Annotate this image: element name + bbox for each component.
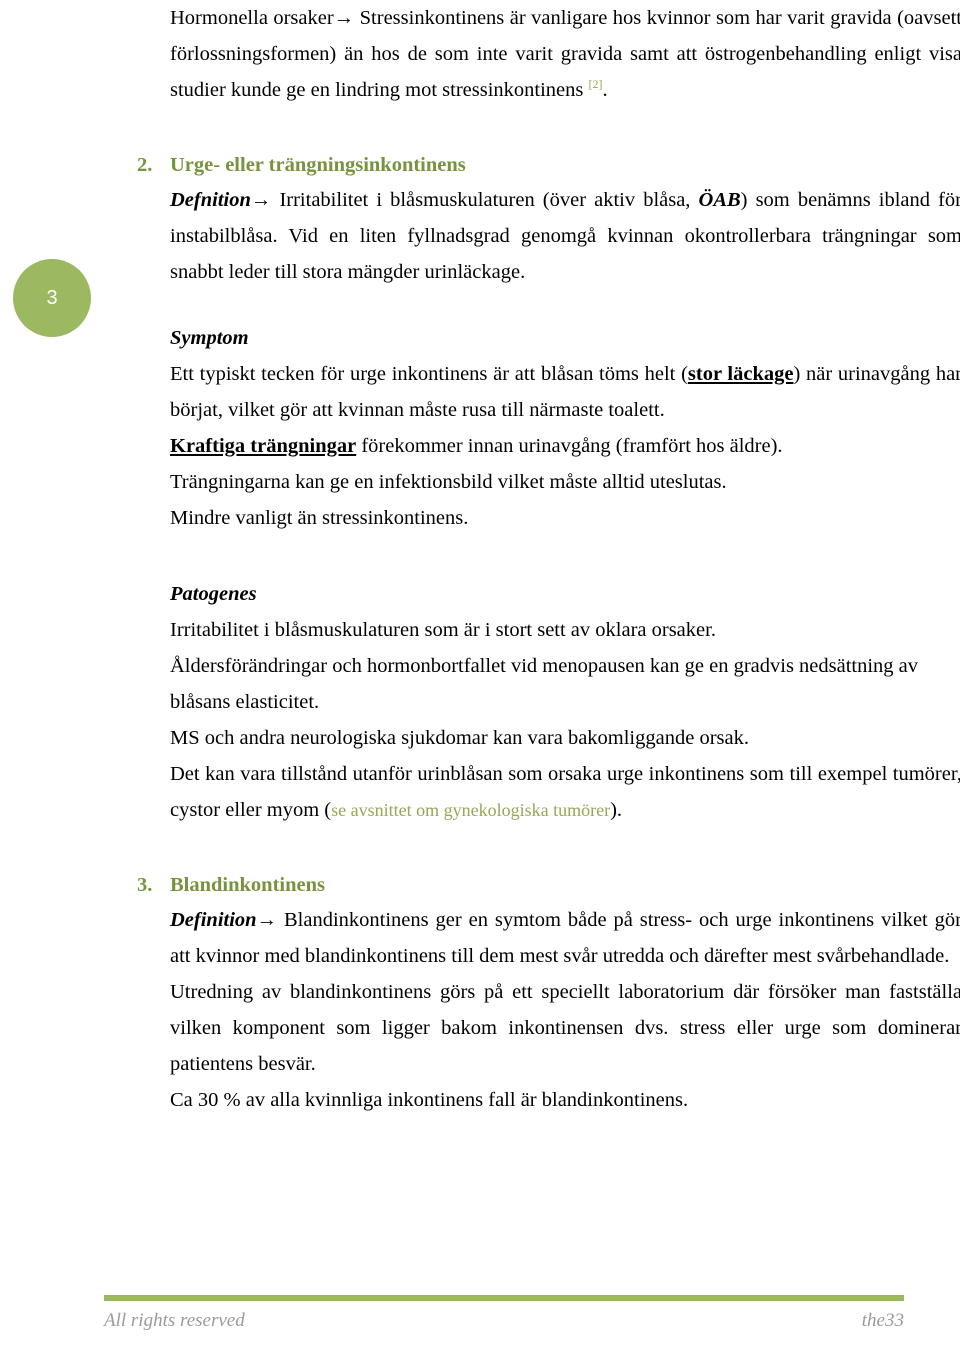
section-number-2: 2.: [137, 154, 153, 176]
section-3-definition: Definition→ Blandinkontinens ger en symt…: [170, 902, 960, 974]
subheading-patogenes: Patogenes: [170, 583, 257, 605]
footer-brand: the33: [861, 1310, 904, 1331]
symptom-paragraph-2: Kraftiga trängningar förekommer innan ur…: [170, 428, 960, 464]
definition-arrow-icon-2: →: [250, 189, 272, 211]
patogenes-paragraph-2: Åldersförändringar och hormonbortfallet …: [170, 655, 919, 713]
definition-label-2: Defnition: [170, 189, 251, 211]
page-footer: All rights reserved the33: [104, 1310, 904, 1332]
intro-trailing: .: [602, 79, 608, 101]
reference-marker[interactable]: [2]: [589, 77, 603, 91]
symptom-paragraph-1: Ett typiskt tecken för urge inkontinens …: [170, 356, 960, 428]
intro-lead-term: Hormonella orsaker: [170, 7, 334, 29]
definition-text-pre-2: Irritabilitet i blåsmuskulaturen (över a…: [271, 189, 699, 211]
symptom-p2-emphasis: Kraftiga trängningar: [170, 435, 357, 457]
definition-label-3: Definition: [170, 909, 257, 931]
page-content: Hormonella orsaker→ Stressinkontinens är…: [137, 0, 960, 1118]
cross-reference-link[interactable]: se avsnittet om gynekologiska tumörer: [331, 800, 610, 820]
definition-abbr-2: ÖAB: [698, 189, 741, 211]
section-number-3: 3.: [137, 874, 153, 896]
patogenes-paragraph-4: Det kan vara tillstånd utanför urinblåsa…: [170, 756, 960, 828]
intro-arrow-icon: →: [333, 7, 355, 29]
patogenes-paragraph-1: Irritabilitet i blåsmuskulaturen som är …: [170, 619, 716, 641]
section-title-2: Urge- eller trängningsinkontinens: [170, 154, 466, 176]
section-heading-3: 3. Blandinkontinens: [137, 868, 960, 902]
symptom-p1-emphasis: stor läckage: [687, 363, 794, 385]
symptom-p2-post: förekommer innan urinavgång (framfört ho…: [356, 435, 783, 457]
symptom-paragraph-3: Trängningarna kan ge en infektionsbild v…: [170, 471, 727, 493]
section-3-paragraph-1: Utredning av blandinkontinens görs på et…: [170, 981, 960, 1075]
section-2-definition: Defnition→ Irritabilitet i blåsmuskulatu…: [170, 182, 960, 290]
footer-divider: [104, 1295, 904, 1301]
definition-arrow-icon-3: →: [256, 909, 278, 931]
intro-paragraph: Hormonella orsaker→ Stressinkontinens är…: [170, 0, 960, 108]
document-page: 3 Hormonella orsaker→ Stressinkontinens …: [0, 0, 960, 1345]
page-number-badge: 3: [13, 259, 91, 337]
patogenes-p4-post: ).: [610, 799, 623, 821]
symptom-paragraph-4: Mindre vanligt än stressinkontinens.: [170, 507, 469, 529]
section-heading-2: 2. Urge- eller trängningsinkontinens: [137, 148, 960, 182]
footer-copyright: All rights reserved: [104, 1310, 245, 1331]
definition-text-3: Blandinkontinens ger en symtom både på s…: [170, 909, 960, 967]
section-3-paragraph-2: Ca 30 % av alla kvinnliga inkontinens fa…: [170, 1089, 689, 1111]
subheading-symptom: Symptom: [170, 327, 249, 349]
section-title-3: Blandinkontinens: [170, 874, 325, 896]
symptom-p1-pre: Ett typiskt tecken för urge inkontinens …: [170, 363, 688, 385]
patogenes-paragraph-3: MS och andra neurologiska sjukdomar kan …: [170, 727, 749, 749]
